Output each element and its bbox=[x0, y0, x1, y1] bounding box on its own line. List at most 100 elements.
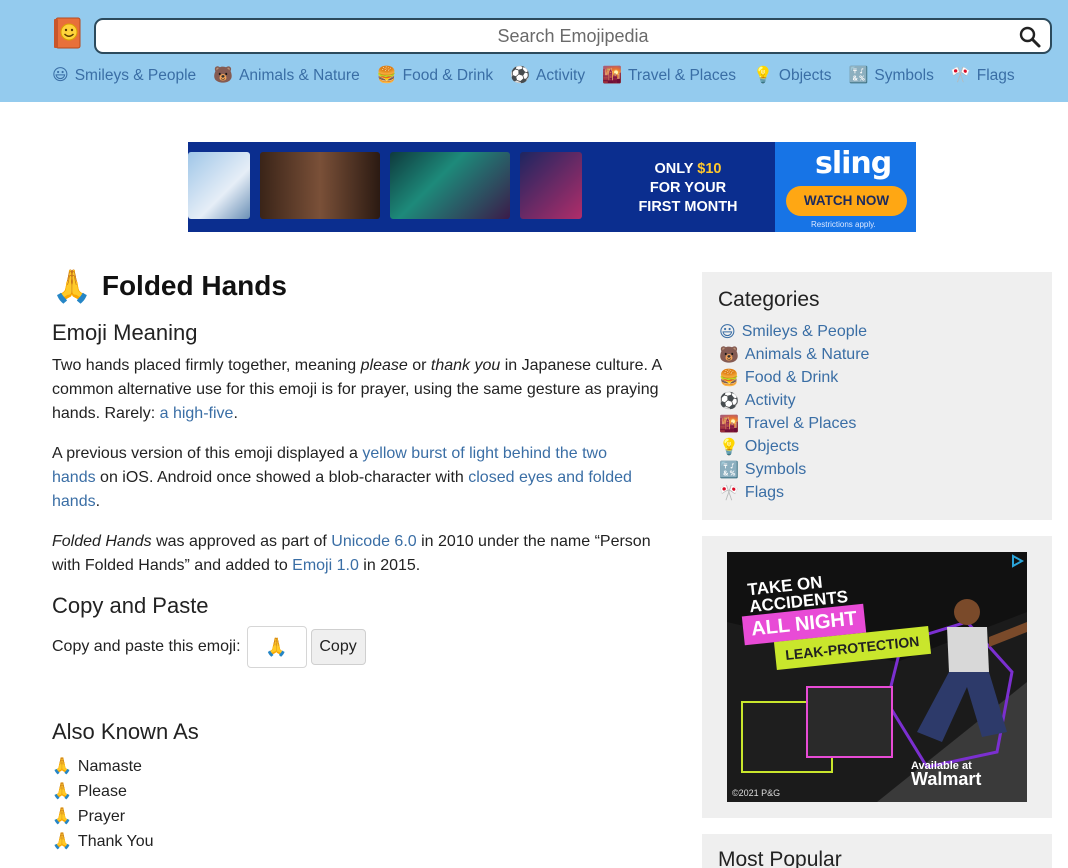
category-nav: 😃 Smileys & People 🐻 Animals & Nature 🍔 Foo… bbox=[52, 64, 1032, 88]
burger-icon: 🍔 bbox=[719, 369, 739, 387]
copy-paste-row: Copy and paste this emoji: 🙏 Copy bbox=[52, 626, 366, 668]
nav-activity[interactable]: ⚽ Activity bbox=[510, 67, 585, 85]
text: or bbox=[407, 357, 431, 374]
sidebar-item-travel-places[interactable]: 🌇 Travel & Places bbox=[719, 412, 869, 435]
bear-icon: 🐻 bbox=[213, 67, 234, 84]
page-title-text: Folded Hands bbox=[101, 270, 287, 301]
smiley-icon: 😃 bbox=[719, 323, 736, 341]
ad-disclaimer: Restrictions apply. bbox=[811, 220, 876, 229]
search-bar bbox=[94, 18, 1052, 54]
sidebar-item-label[interactable]: Flags bbox=[745, 484, 784, 502]
text: on iOS. Android once showed a blob-chara… bbox=[95, 469, 469, 486]
promo-prefix: ONLY bbox=[654, 161, 698, 177]
sidebar-item-activity[interactable]: ⚽ Activity bbox=[719, 389, 869, 412]
nav-label: Food & Drink bbox=[402, 67, 494, 84]
nav-label: Symbols bbox=[874, 67, 934, 84]
adchoices-icon[interactable] bbox=[1010, 554, 1025, 568]
ad-retailer-name: Walmart bbox=[911, 769, 982, 789]
flags-icon: 🎌 bbox=[719, 484, 739, 502]
nav-symbols[interactable]: 🔣 Symbols bbox=[848, 67, 933, 85]
watch-now-button[interactable]: WATCH NOW bbox=[786, 186, 907, 216]
text: Two hands placed firmly together, meanin… bbox=[52, 357, 361, 374]
sidebar-item-animals-nature[interactable]: 🐻 Animals & Nature bbox=[719, 343, 869, 366]
text: in 2015. bbox=[358, 557, 421, 574]
sidebar-item-label[interactable]: Symbols bbox=[745, 461, 806, 479]
sidebar-item-label[interactable]: Activity bbox=[745, 392, 796, 410]
alias-label: Namaste bbox=[77, 758, 142, 775]
folded-hands-icon: 🙏 bbox=[52, 808, 72, 825]
sidebar-item-label[interactable]: Food & Drink bbox=[745, 369, 838, 387]
emojipedia-logo-icon[interactable] bbox=[53, 17, 82, 50]
alias-label: Please bbox=[77, 783, 127, 800]
nav-food-drink[interactable]: 🍔 Food & Drink bbox=[377, 67, 493, 85]
sidebar-item-label[interactable]: Objects bbox=[745, 438, 799, 456]
also-known-as-heading: Also Known As bbox=[52, 719, 199, 744]
meaning-paragraph-3: Folded Hands was approved as part of Uni… bbox=[52, 530, 672, 578]
ad-promo-text: ONLY $10 FOR YOUR FIRST MONTH bbox=[603, 160, 773, 217]
smiley-icon: 😃 bbox=[52, 67, 69, 84]
site-header: 😃 Smileys & People 🐻 Animals & Nature 🍔 Foo… bbox=[0, 0, 1068, 102]
flags-icon: 🎌 bbox=[950, 67, 971, 84]
emphasis: Folded Hands bbox=[52, 533, 152, 550]
ad-copyright: ©2021 P&G bbox=[732, 788, 781, 798]
nav-label: Objects bbox=[778, 67, 832, 84]
sidebar-item-label[interactable]: Travel & Places bbox=[745, 415, 856, 433]
banner-ad[interactable]: ONLY $10 FOR YOUR FIRST MONTH sling WATC… bbox=[188, 142, 916, 232]
promo-line2: FOR YOUR bbox=[649, 180, 727, 196]
nav-smileys-people[interactable]: 😃 Smileys & People bbox=[52, 67, 196, 85]
nav-label: Flags bbox=[976, 67, 1015, 84]
emphasis: please bbox=[360, 357, 408, 374]
nav-label: Travel & Places bbox=[628, 67, 736, 84]
sidebar-ad[interactable]: TAKE ON ACCIDENTS WITH ALL NIGHT LEAK-PR… bbox=[727, 552, 1027, 802]
sidebar-item-objects[interactable]: 💡 Objects bbox=[719, 435, 869, 458]
symbols-icon: 🔣 bbox=[719, 461, 739, 479]
also-known-as-list: 🙏 Namaste 🙏 Please 🙏 Prayer 🙏 Thank You bbox=[52, 754, 154, 854]
bear-icon: 🐻 bbox=[719, 346, 739, 364]
nav-flags[interactable]: 🎌 Flags bbox=[951, 67, 1015, 85]
symbols-icon: 🔣 bbox=[848, 67, 869, 84]
soccer-ball-icon: ⚽ bbox=[510, 67, 530, 84]
most-popular-heading: Most Popular bbox=[718, 848, 842, 868]
high-five-link[interactable]: a high-five bbox=[160, 405, 234, 422]
nav-animals-nature[interactable]: 🐻 Animals & Nature bbox=[213, 67, 360, 85]
promo-price: $10 bbox=[697, 161, 722, 177]
unicode-6-link[interactable]: Unicode 6.0 bbox=[331, 533, 416, 550]
page-title: 🙏 Folded Hands bbox=[52, 270, 287, 302]
nav-travel-places[interactable]: 🌇 Travel & Places bbox=[602, 67, 736, 85]
copy-emoji-field[interactable]: 🙏 bbox=[246, 626, 307, 668]
list-item: 🙏 Namaste bbox=[52, 754, 154, 779]
sidebar-item-label[interactable]: Animals & Nature bbox=[745, 346, 870, 364]
copy-button[interactable]: Copy bbox=[310, 629, 366, 665]
sidebar-item-symbols[interactable]: 🔣 Symbols bbox=[719, 458, 869, 481]
folded-hands-icon: 🙏 bbox=[52, 268, 92, 304]
copy-label: Copy and paste this emoji: bbox=[52, 638, 241, 655]
emoji-1-link[interactable]: Emoji 1.0 bbox=[292, 557, 359, 574]
list-item: 🙏 Please bbox=[52, 779, 154, 804]
sidebar-item-label[interactable]: Smileys & People bbox=[742, 323, 867, 341]
meaning-paragraph-1: Two hands placed firmly together, meanin… bbox=[52, 354, 672, 426]
categories-list: 😃 Smileys & People 🐻 Animals & Nature 🍔 Foo… bbox=[719, 320, 869, 504]
sidebar-item-flags[interactable]: 🎌 Flags bbox=[719, 481, 869, 504]
text: . bbox=[233, 405, 238, 422]
folded-hands-icon: 🙏 bbox=[52, 783, 72, 800]
categories-heading: Categories bbox=[718, 288, 820, 311]
nav-label: Activity bbox=[536, 67, 586, 84]
text: . bbox=[95, 493, 101, 510]
city-icon: 🌇 bbox=[602, 67, 623, 84]
ad-show-thumbnail bbox=[520, 152, 582, 219]
sidebar-item-smileys-people[interactable]: 😃 Smileys & People bbox=[719, 320, 869, 343]
nav-objects[interactable]: 💡 Objects bbox=[753, 67, 831, 85]
city-icon: 🌇 bbox=[719, 415, 739, 433]
sling-panel: sling WATCH NOW Restrictions apply. bbox=[775, 142, 916, 232]
ad-show-thumbnail bbox=[188, 152, 250, 219]
alias-label: Prayer bbox=[77, 808, 126, 825]
promo-line3: FIRST MONTH bbox=[638, 199, 738, 215]
search-icon[interactable] bbox=[1018, 25, 1042, 49]
search-input[interactable] bbox=[96, 20, 1050, 52]
most-popular-panel: Most Popular bbox=[702, 834, 1052, 868]
nav-label: Animals & Nature bbox=[239, 67, 360, 84]
folded-hands-icon: 🙏 bbox=[52, 833, 72, 850]
categories-panel: Categories 😃 Smileys & People 🐻 Animals & … bbox=[702, 272, 1052, 520]
emphasis: thank you bbox=[430, 357, 501, 374]
sidebar-item-food-drink[interactable]: 🍔 Food & Drink bbox=[719, 366, 869, 389]
